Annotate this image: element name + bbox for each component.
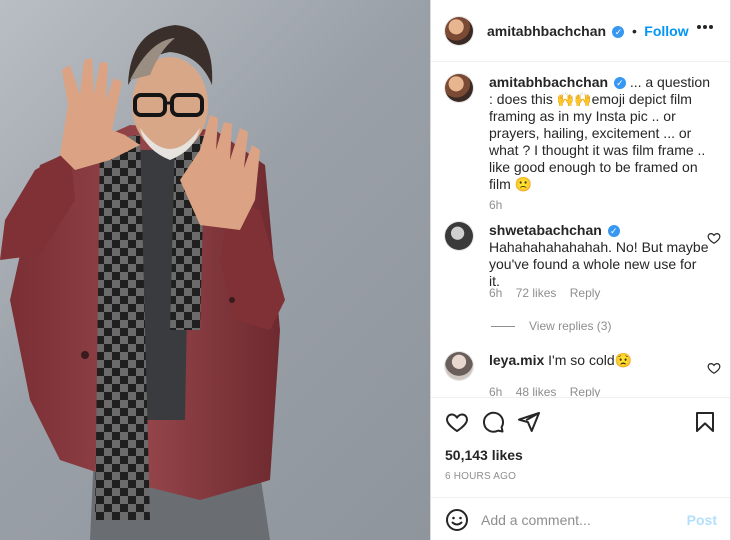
verified-badge-icon: ✓: [607, 225, 620, 237]
send-icon[interactable]: [517, 410, 541, 434]
author-line: amitabhbachchan ✓ • Follow: [487, 23, 689, 41]
author-avatar[interactable]: [445, 17, 473, 45]
comment-time[interactable]: 6h: [489, 385, 502, 397]
instagram-post-view: amitabhbachchan ✓ • Follow amitabhbachch…: [0, 0, 731, 540]
photo-illustration: [0, 25, 285, 540]
comment-meta: 6h 72 likes Reply: [489, 286, 610, 300]
commenter-avatar[interactable]: [445, 222, 473, 250]
commenter-avatar[interactable]: [445, 352, 473, 380]
comment-username[interactable]: shwetabachchan: [489, 222, 602, 238]
comment-input[interactable]: [481, 510, 681, 530]
comment-body: I'm so cold: [548, 352, 615, 368]
frown-emoji-icon: 🙁: [514, 176, 533, 192]
worried-emoji-icon: 😟: [614, 352, 633, 368]
author-username[interactable]: amitabhbachchan: [487, 23, 606, 39]
bookmark-icon[interactable]: [693, 410, 717, 434]
likes-count[interactable]: 50,143 likes: [445, 447, 523, 463]
post-comment-button[interactable]: Post: [687, 512, 717, 528]
post-photo[interactable]: [0, 0, 430, 540]
comment-body: Hahahahahahahah. No! But maybe you've fo…: [489, 239, 709, 289]
raised-hands-emoji-icon: 🙌: [574, 91, 592, 107]
post-header: amitabhbachchan ✓ • Follow: [431, 0, 731, 62]
add-comment-bar: Post: [431, 497, 731, 540]
comment-item: leya.mix I'm so cold😟 6h 48 likes Reply: [445, 352, 721, 397]
reply-button[interactable]: Reply: [570, 385, 601, 397]
verified-badge-icon: ✓: [612, 26, 625, 38]
reply-button[interactable]: Reply: [570, 286, 601, 300]
caption-meta: 6h: [489, 198, 512, 212]
comments-list: amitabhbachchan ✓ ... a question : does …: [431, 62, 731, 397]
caption-avatar[interactable]: [445, 74, 473, 102]
comment-time[interactable]: 6h: [489, 286, 502, 300]
comment-item: shwetabachchan ✓ Hahahahahahahah. No! Bu…: [445, 222, 721, 312]
view-replies-button[interactable]: View replies (3): [491, 319, 611, 333]
caption: amitabhbachchan ✓ ... a question : does …: [445, 74, 710, 212]
comment-likes[interactable]: 48 likes: [516, 385, 557, 397]
comment-text: shwetabachchan ✓ Hahahahahahahah. No! Bu…: [489, 222, 711, 290]
comment-meta: 6h 48 likes Reply: [489, 385, 610, 397]
more-horizontal-icon[interactable]: [697, 25, 713, 29]
comment-text: leya.mix I'm so cold😟: [489, 352, 711, 369]
caption-text: amitabhbachchan ✓ ... a question : does …: [489, 74, 711, 193]
heart-icon[interactable]: [707, 361, 721, 375]
smile-icon[interactable]: [445, 508, 469, 532]
post-actions: 50,143 likes 6 HOURS AGO: [431, 397, 731, 498]
heart-icon[interactable]: [445, 410, 469, 434]
heart-icon[interactable]: [707, 231, 721, 245]
post-time[interactable]: 6 HOURS AGO: [445, 471, 516, 482]
comment-username[interactable]: leya.mix: [489, 352, 544, 368]
caption-time[interactable]: 6h: [489, 198, 502, 212]
comment-likes[interactable]: 72 likes: [516, 286, 557, 300]
view-replies-label: View replies (3): [529, 319, 612, 333]
post-side-panel: amitabhbachchan ✓ • Follow amitabhbachch…: [430, 0, 731, 540]
separator-dot: •: [631, 23, 637, 39]
caption-username[interactable]: amitabhbachchan: [489, 74, 608, 90]
raised-hands-emoji-icon: 🙌: [556, 91, 575, 107]
replies-divider: [491, 326, 515, 328]
follow-button[interactable]: Follow: [644, 23, 688, 39]
verified-badge-icon: ✓: [613, 77, 626, 89]
comment-icon[interactable]: [481, 410, 505, 434]
